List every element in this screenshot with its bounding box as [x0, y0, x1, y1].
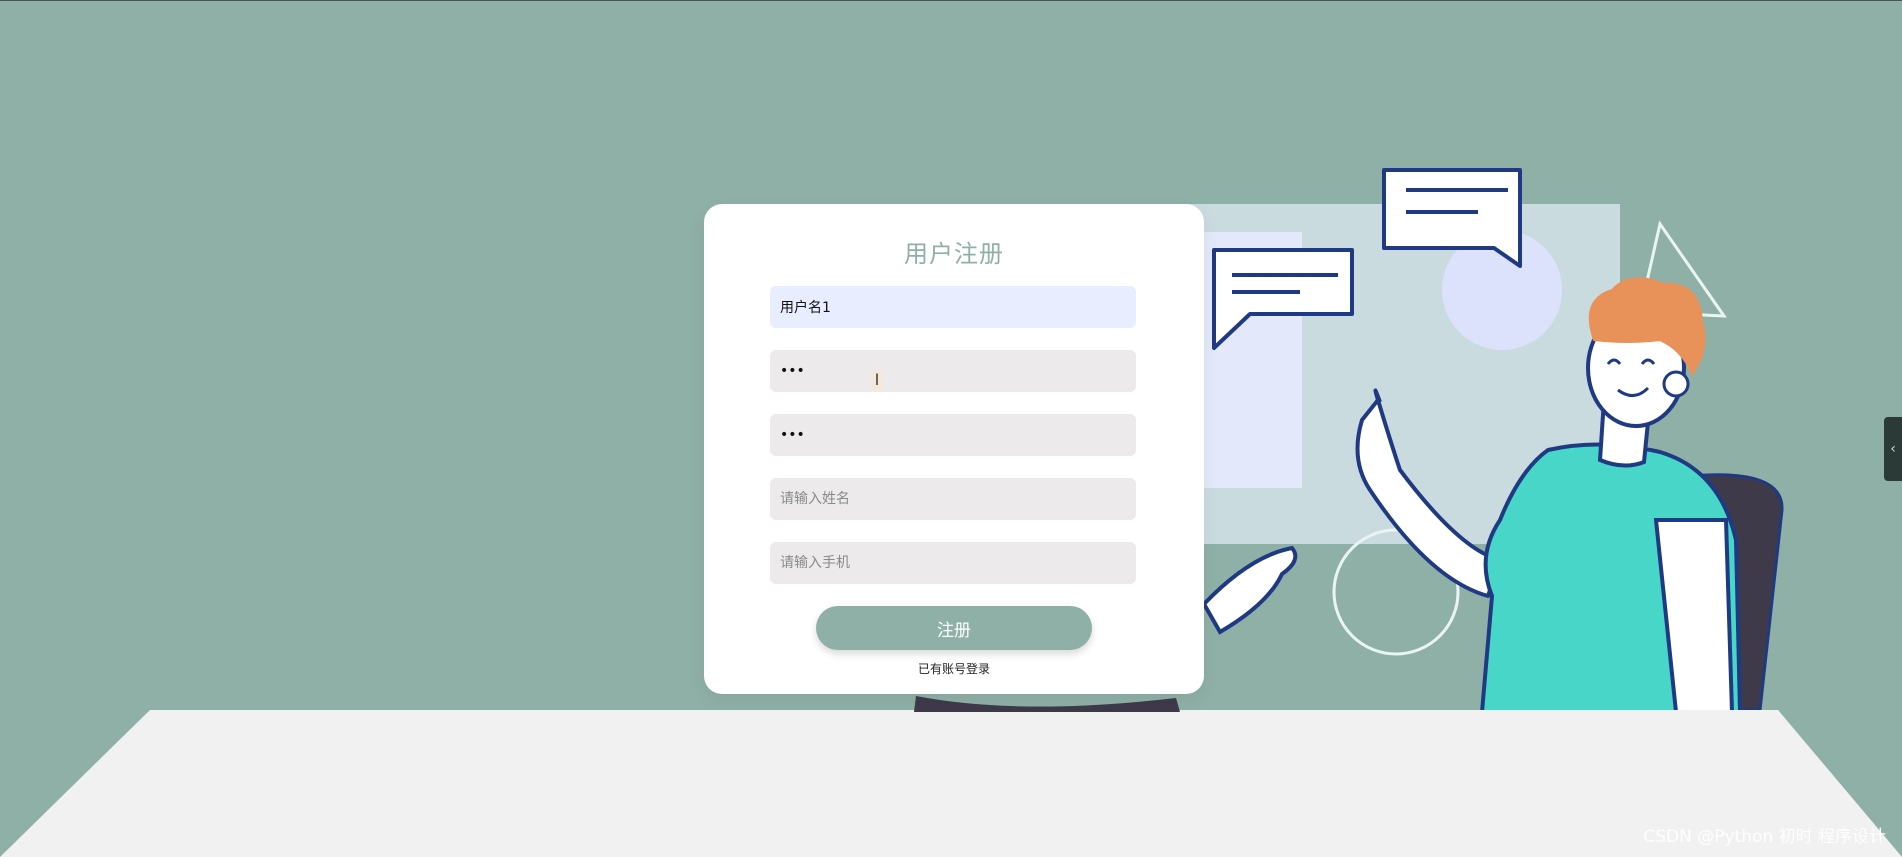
watermark: CSDN @Python 初时 程序设计 — [1643, 827, 1886, 847]
page-title: 用户注册 — [904, 240, 1004, 268]
name-input[interactable] — [770, 478, 1136, 520]
page-background: 用户注册 注册 已有账号登录 I ‹ CSDN @Python 初时 程序设计 — [0, 0, 1902, 857]
login-link[interactable]: 已有账号登录 — [704, 660, 1204, 677]
username-input[interactable] — [770, 286, 1136, 328]
register-button[interactable]: 注册 — [816, 606, 1092, 650]
desk-object — [914, 696, 1180, 712]
text-cursor-icon: I — [872, 370, 882, 390]
chevron-left-icon: ‹ — [1890, 441, 1896, 457]
side-panel-toggle[interactable]: ‹ — [1884, 417, 1902, 481]
confirm-password-input[interactable] — [770, 414, 1136, 456]
register-card: 用户注册 注册 已有账号登录 — [704, 204, 1204, 694]
password-input[interactable] — [770, 350, 1136, 392]
phone-input[interactable] — [770, 542, 1136, 584]
desk-surface — [0, 710, 1902, 857]
